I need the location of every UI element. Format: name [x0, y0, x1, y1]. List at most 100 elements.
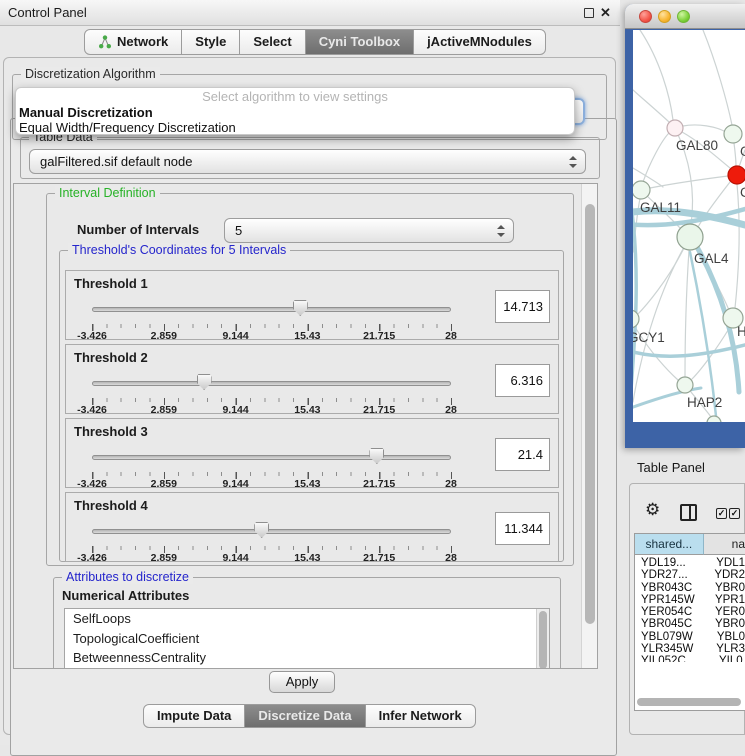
network-edge[interactable]: [703, 30, 732, 125]
threshold-2-value-field[interactable]: 6.316: [495, 364, 550, 397]
table-row[interactable]: YBR043C YBR0: [635, 582, 745, 594]
apply-button[interactable]: Apply: [269, 671, 335, 693]
network-graph[interactable]: GAL80GACGAL11GAL4GCY1HHAP2: [633, 30, 745, 422]
threshold-2-slider[interactable]: -3.4262.8599.14415.4321.71528: [92, 371, 452, 413]
tab-infer-network[interactable]: Infer Network: [365, 704, 476, 728]
table-data-select[interactable]: galFiltered.sif default node: [29, 149, 586, 174]
slider-track[interactable]: [92, 307, 451, 312]
slider-thumb[interactable]: [369, 448, 384, 464]
node-label: C: [740, 185, 745, 200]
dropdown-arrows-icon: [569, 155, 577, 169]
control-panel: Control Panel ✕ Network Style Select Cyn…: [0, 0, 620, 745]
threshold-label: Threshold 4: [74, 498, 148, 513]
network-edge[interactable]: [734, 143, 736, 166]
node-label: HAP2: [687, 395, 722, 410]
network-canvas[interactable]: GAL80GACGAL11GAL4GCY1HHAP2: [633, 30, 745, 422]
slider-track[interactable]: [92, 455, 451, 460]
node-label: GA: [740, 144, 745, 159]
network-node[interactable]: [677, 224, 703, 250]
table-row[interactable]: YBR045C YBR0: [635, 618, 745, 630]
table-row[interactable]: YER054C YER0: [635, 606, 745, 618]
network-node[interactable]: [633, 310, 639, 328]
network-node[interactable]: [633, 181, 650, 199]
slider-thumb[interactable]: [293, 300, 308, 316]
option-manual-discretization[interactable]: Manual Discretization: [16, 105, 574, 120]
tab-impute-data[interactable]: Impute Data: [143, 704, 245, 728]
network-node[interactable]: [707, 416, 721, 422]
column-header-shared-name[interactable]: shared...: [635, 534, 704, 555]
network-view-window[interactable]: GAL80GACGAL11GAL4GCY1HHAP2: [625, 4, 745, 448]
close-traffic-light[interactable]: [639, 10, 652, 23]
table-row[interactable]: YIL052C YIL0: [635, 655, 745, 662]
slider-track[interactable]: [92, 529, 451, 534]
dropdown-prompt: Select algorithm to view settings: [16, 88, 574, 105]
tab-discretize-data[interactable]: Discretize Data: [244, 704, 365, 728]
tab-network-label: Network: [117, 30, 168, 54]
table-row[interactable]: YDR27... YDR2: [635, 569, 745, 581]
float-window-icon[interactable]: [584, 8, 594, 18]
tab-network[interactable]: Network: [84, 29, 182, 55]
network-edge[interactable]: [735, 184, 739, 308]
threshold-3-slider[interactable]: -3.4262.8599.14415.4321.71528: [92, 445, 452, 487]
attribute-list-item[interactable]: SelfLoops: [65, 609, 549, 629]
network-edge[interactable]: [633, 90, 669, 122]
threshold-label: Threshold 2: [74, 350, 148, 365]
network-node[interactable]: [728, 166, 745, 184]
attribute-list-item[interactable]: BetweennessCentrality: [65, 648, 549, 668]
tick-label: 15.43: [294, 478, 320, 490]
tab-jactivemnodules[interactable]: jActiveMNodules: [413, 29, 546, 55]
network-node[interactable]: [724, 125, 742, 143]
network-window-titlebar: [625, 4, 745, 29]
network-edge[interactable]: [640, 30, 673, 120]
tab-select[interactable]: Select: [239, 29, 305, 55]
network-edge[interactable]: [683, 125, 724, 131]
settings-scrollbar[interactable]: [581, 184, 597, 668]
threshold-4-slider[interactable]: -3.4262.8599.14415.4321.71528: [92, 519, 452, 561]
column-layout-icon[interactable]: [680, 504, 697, 521]
network-edge[interactable]: [633, 345, 745, 356]
table-panel-title: Table Panel: [637, 460, 705, 475]
slider-track[interactable]: [92, 381, 451, 386]
threshold-3-value-field[interactable]: 21.4: [495, 438, 550, 471]
gear-icon[interactable]: ⚙: [645, 501, 660, 518]
tab-style[interactable]: Style: [181, 29, 240, 55]
tab-cyni-toolbox[interactable]: Cyni Toolbox: [305, 29, 414, 55]
algorithm-dropdown-popup: Select algorithm to view settings Manual…: [15, 87, 575, 135]
list-scrollbar[interactable]: [536, 609, 549, 669]
slider-thumb[interactable]: [254, 522, 269, 538]
threshold-label: Threshold 3: [74, 424, 148, 439]
close-icon[interactable]: ✕: [600, 4, 611, 22]
threshold-4-value-field[interactable]: 11.344: [495, 512, 550, 545]
network-node[interactable]: [667, 120, 683, 136]
tick-label: 15.43: [294, 404, 320, 416]
threshold-1-value-field[interactable]: 14.713: [495, 290, 550, 323]
tick-label: 15.43: [294, 552, 320, 564]
minimize-traffic-light[interactable]: [658, 10, 671, 23]
table-row[interactable]: YLR345W YLR3: [635, 643, 745, 655]
tick-label: 2.859: [151, 552, 177, 564]
table-row[interactable]: YDL19... YDL1: [635, 557, 745, 569]
table-header-row: shared... na: [635, 534, 745, 555]
table-row[interactable]: YPR145W YPR1: [635, 594, 745, 606]
table-row[interactable]: YBL079W YBL0: [635, 631, 745, 643]
table-horizontal-scrollbar[interactable]: [637, 698, 741, 706]
option-equal-width-frequency[interactable]: Equal Width/Frequency Discretization: [16, 120, 574, 135]
number-of-intervals-select[interactable]: 5: [224, 218, 514, 243]
dropdown-arrows-icon: [497, 224, 505, 238]
network-edge[interactable]: [637, 248, 684, 315]
slider-thumb[interactable]: [197, 374, 212, 390]
network-edge[interactable]: [685, 250, 689, 377]
checkbox-icon[interactable]: ✓: [716, 508, 727, 519]
tick-label: -3.426: [77, 552, 107, 564]
tick-label: 9.144: [222, 478, 248, 490]
network-edge[interactable]: [643, 133, 669, 182]
numerical-attributes-list[interactable]: SelfLoopsTopologicalCoefficientBetweenne…: [64, 608, 550, 669]
column-header-name[interactable]: na: [704, 534, 745, 555]
network-edge[interactable]: [633, 249, 683, 402]
zoom-traffic-light[interactable]: [677, 10, 690, 23]
tick-label: 28: [445, 478, 457, 490]
attribute-list-item[interactable]: TopologicalCoefficient: [65, 629, 549, 649]
network-node[interactable]: [677, 377, 693, 393]
threshold-1-slider[interactable]: -3.4262.8599.14415.4321.71528: [92, 297, 452, 339]
checkbox-icon[interactable]: ✓: [729, 508, 740, 519]
